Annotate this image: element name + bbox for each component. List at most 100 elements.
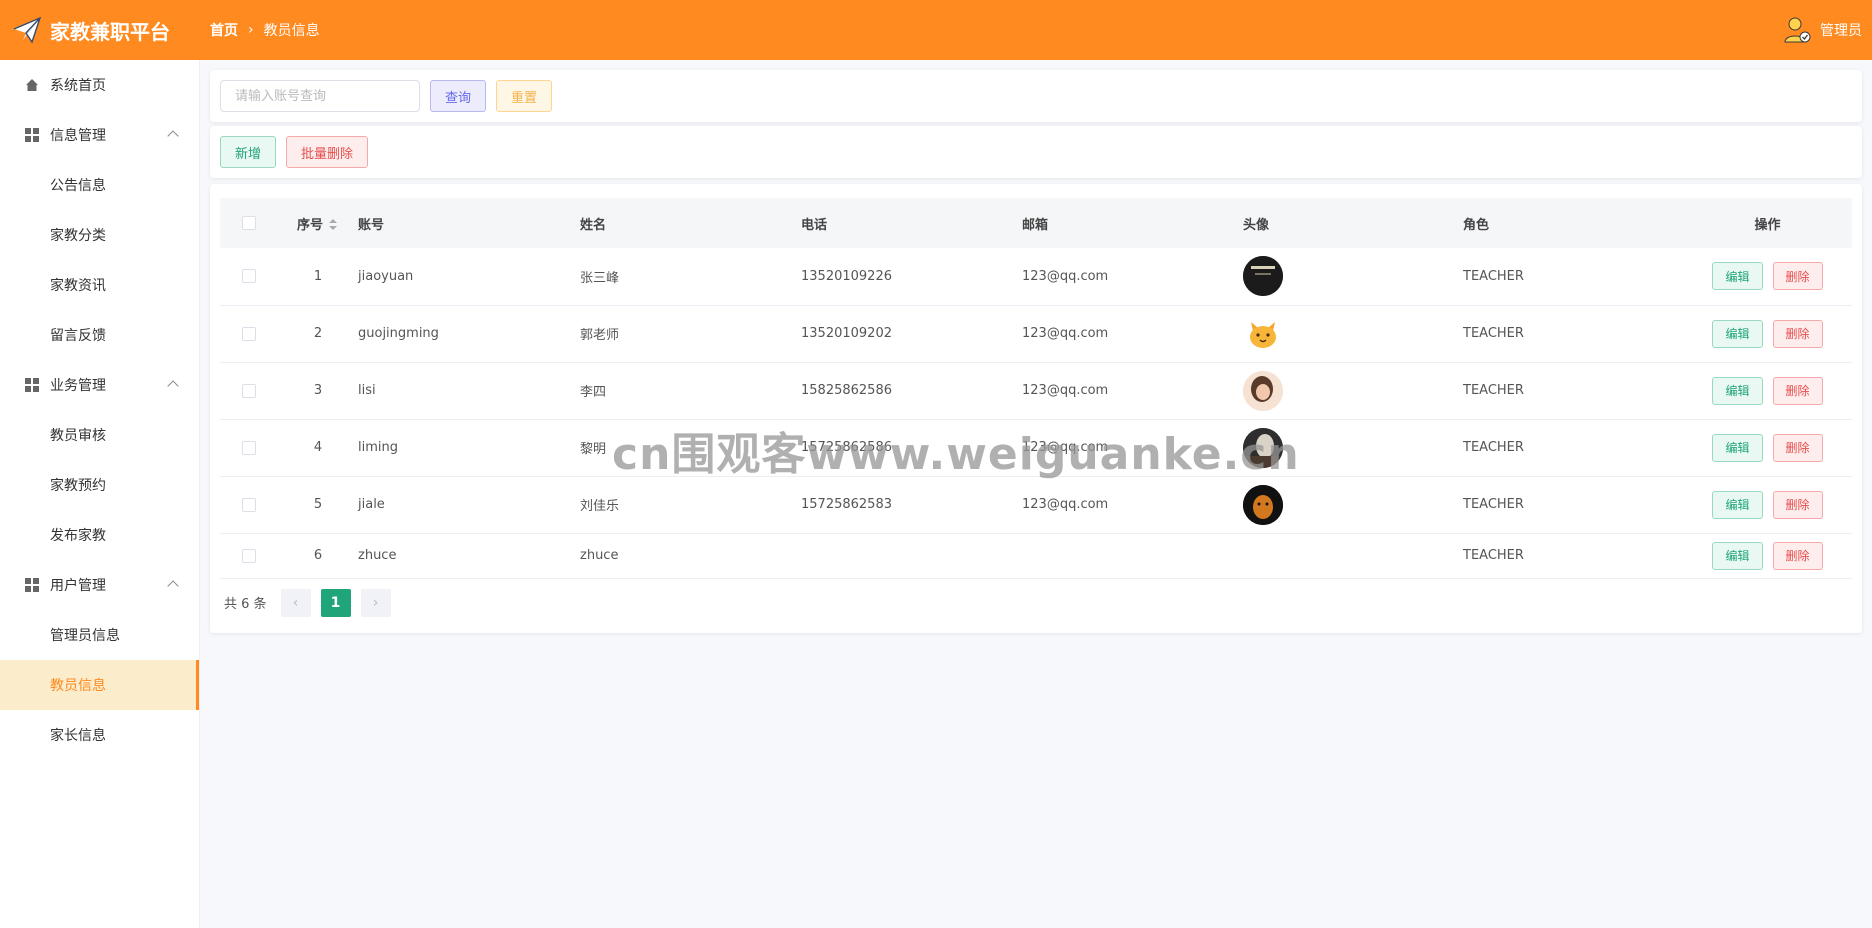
row-checkbox[interactable] bbox=[242, 383, 256, 398]
dark-poster-avatar[interactable] bbox=[1243, 256, 1283, 297]
batch-delete-button[interactable]: 批量删除 bbox=[286, 136, 369, 168]
home-icon bbox=[24, 77, 40, 93]
row-checkbox[interactable] bbox=[242, 497, 256, 512]
header-avatar: 头像 bbox=[1243, 198, 1463, 248]
cell-role: TEACHER bbox=[1463, 248, 1683, 306]
sidebar-group-info[interactable]: 信息管理 bbox=[0, 110, 199, 160]
sidebar-group-label: 信息管理 bbox=[50, 128, 106, 144]
table-row: 4 liming 黎明 15725862586 123@qq.com TEACH… bbox=[220, 419, 1852, 477]
sidebar-item-notice[interactable]: 公告信息 bbox=[0, 160, 199, 210]
cell-index: 3 bbox=[278, 362, 358, 420]
sidebar-item-publish[interactable]: 发布家教 bbox=[0, 510, 199, 560]
sidebar-item-reservation[interactable]: 家教预约 bbox=[0, 460, 199, 510]
cell-role: TEACHER bbox=[1463, 362, 1683, 420]
cell-role: TEACHER bbox=[1463, 476, 1683, 534]
top-header: 家教兼职平台 首页 › 教员信息 管理员 bbox=[0, 0, 1872, 60]
cell-name: 郭老师 bbox=[580, 305, 801, 363]
cell-phone: 13520109226 bbox=[801, 248, 1022, 306]
pagination: 共 6 条 ‹ 1 › bbox=[220, 588, 1852, 617]
cell-index: 4 bbox=[278, 419, 358, 477]
app-title: 家教兼职平台 bbox=[50, 19, 170, 44]
header-role: 角色 bbox=[1463, 198, 1683, 248]
mixed-photo-avatar[interactable] bbox=[1243, 427, 1283, 468]
sidebar-item-admin[interactable]: 管理员信息 bbox=[0, 610, 199, 660]
pagination-total: 共 6 条 bbox=[224, 597, 267, 612]
cell-role: TEACHER bbox=[1463, 305, 1683, 363]
cell-role: TEACHER bbox=[1463, 419, 1683, 477]
admin-user-icon bbox=[1782, 15, 1812, 45]
edit-button[interactable]: 编辑 bbox=[1712, 541, 1763, 570]
user-name: 管理员 bbox=[1820, 23, 1862, 39]
cell-email bbox=[1022, 533, 1243, 579]
edit-button[interactable]: 编辑 bbox=[1712, 376, 1763, 405]
next-page-button[interactable]: › bbox=[360, 588, 391, 617]
delete-button[interactable]: 删除 bbox=[1772, 319, 1823, 348]
sidebar-item-home[interactable]: 系统首页 bbox=[0, 60, 199, 110]
reset-button[interactable]: 重置 bbox=[496, 80, 553, 112]
breadcrumb-home[interactable]: 首页 bbox=[210, 20, 238, 40]
delete-button[interactable]: 删除 bbox=[1772, 433, 1823, 462]
select-all-checkbox[interactable] bbox=[242, 216, 256, 230]
cell-account: guojingming bbox=[358, 305, 580, 363]
row-checkbox[interactable] bbox=[242, 548, 256, 563]
table-row: 5 jiale 刘佳乐 15725862583 123@qq.com TEACH… bbox=[220, 476, 1852, 534]
sidebar-group-users[interactable]: 用户管理 bbox=[0, 560, 199, 610]
page-number-button[interactable]: 1 bbox=[320, 588, 351, 617]
delete-button[interactable]: 删除 bbox=[1772, 262, 1823, 291]
sidebar-group-label: 业务管理 bbox=[50, 378, 106, 394]
header-email: 邮箱 bbox=[1022, 198, 1243, 248]
header-index[interactable]: 序号 bbox=[278, 198, 358, 248]
cell-phone bbox=[801, 533, 1022, 579]
query-button[interactable]: 查询 bbox=[430, 80, 487, 112]
girl-photo-avatar[interactable] bbox=[1243, 370, 1283, 411]
edit-button[interactable]: 编辑 bbox=[1712, 490, 1763, 519]
cell-account: liming bbox=[358, 419, 580, 477]
cell-name: zhuce bbox=[580, 533, 801, 579]
table-row: 2 guojingming 郭老师 13520109202 123@qq.com… bbox=[220, 305, 1852, 363]
chevron-up-icon bbox=[167, 130, 179, 142]
cell-name: 李四 bbox=[580, 362, 801, 420]
delete-button[interactable]: 删除 bbox=[1772, 376, 1823, 405]
chevron-up-icon bbox=[167, 380, 179, 392]
delete-button[interactable]: 删除 bbox=[1772, 490, 1823, 519]
search-bar: 查询 重置 bbox=[210, 70, 1862, 122]
grid-icon bbox=[24, 577, 40, 593]
header-phone: 电话 bbox=[801, 198, 1022, 248]
logo[interactable]: 家教兼职平台 bbox=[0, 13, 200, 47]
sidebar-item-category[interactable]: 家教分类 bbox=[0, 210, 199, 260]
header-account: 账号 bbox=[358, 198, 580, 248]
cell-index: 2 bbox=[278, 305, 358, 363]
header-ops: 操作 bbox=[1683, 198, 1852, 248]
row-checkbox[interactable] bbox=[242, 440, 256, 455]
edit-button[interactable]: 编辑 bbox=[1712, 433, 1763, 462]
main-content: 查询 重置 新增 批量删除 序号 账号 姓名 电话 邮箱 头像 角色 操作 bbox=[210, 70, 1862, 633]
add-button[interactable]: 新增 bbox=[220, 136, 277, 168]
sidebar-item-parent[interactable]: 家长信息 bbox=[0, 710, 199, 760]
edit-button[interactable]: 编辑 bbox=[1712, 262, 1763, 291]
cell-email: 123@qq.com bbox=[1022, 305, 1243, 363]
action-bar: 新增 批量删除 bbox=[210, 126, 1862, 178]
row-checkbox[interactable] bbox=[242, 326, 256, 341]
prev-page-button[interactable]: ‹ bbox=[280, 588, 311, 617]
teacher-table-card: 序号 账号 姓名 电话 邮箱 头像 角色 操作 1 jiaoyuan 张三峰 1… bbox=[210, 184, 1862, 633]
row-checkbox[interactable] bbox=[242, 269, 256, 284]
sidebar-group-label: 用户管理 bbox=[50, 578, 106, 594]
cat-emoji-avatar[interactable] bbox=[1243, 314, 1283, 354]
sidebar-item-teacher[interactable]: 教员信息 bbox=[0, 660, 199, 710]
delete-button[interactable]: 删除 bbox=[1772, 541, 1823, 570]
header-name: 姓名 bbox=[580, 198, 801, 248]
edit-button[interactable]: 编辑 bbox=[1712, 319, 1763, 348]
sidebar-item-teacher-audit[interactable]: 教员审核 bbox=[0, 410, 199, 460]
sidebar-item-feedback[interactable]: 留言反馈 bbox=[0, 310, 199, 360]
cell-account: jiaoyuan bbox=[358, 248, 580, 306]
tiger-photo-avatar[interactable] bbox=[1243, 484, 1283, 525]
table-row: 1 jiaoyuan 张三峰 13520109226 123@qq.com TE… bbox=[220, 248, 1852, 306]
sidebar-item-news[interactable]: 家教资讯 bbox=[0, 260, 199, 310]
sort-icon[interactable] bbox=[329, 219, 339, 231]
user-menu[interactable]: 管理员 bbox=[1782, 0, 1862, 60]
paper-plane-icon bbox=[10, 13, 44, 47]
table-row: 3 lisi 李四 15825862586 123@qq.com TEACHER… bbox=[220, 362, 1852, 420]
search-input[interactable] bbox=[220, 80, 420, 112]
sidebar-group-business[interactable]: 业务管理 bbox=[0, 360, 199, 410]
grid-icon bbox=[24, 127, 40, 143]
